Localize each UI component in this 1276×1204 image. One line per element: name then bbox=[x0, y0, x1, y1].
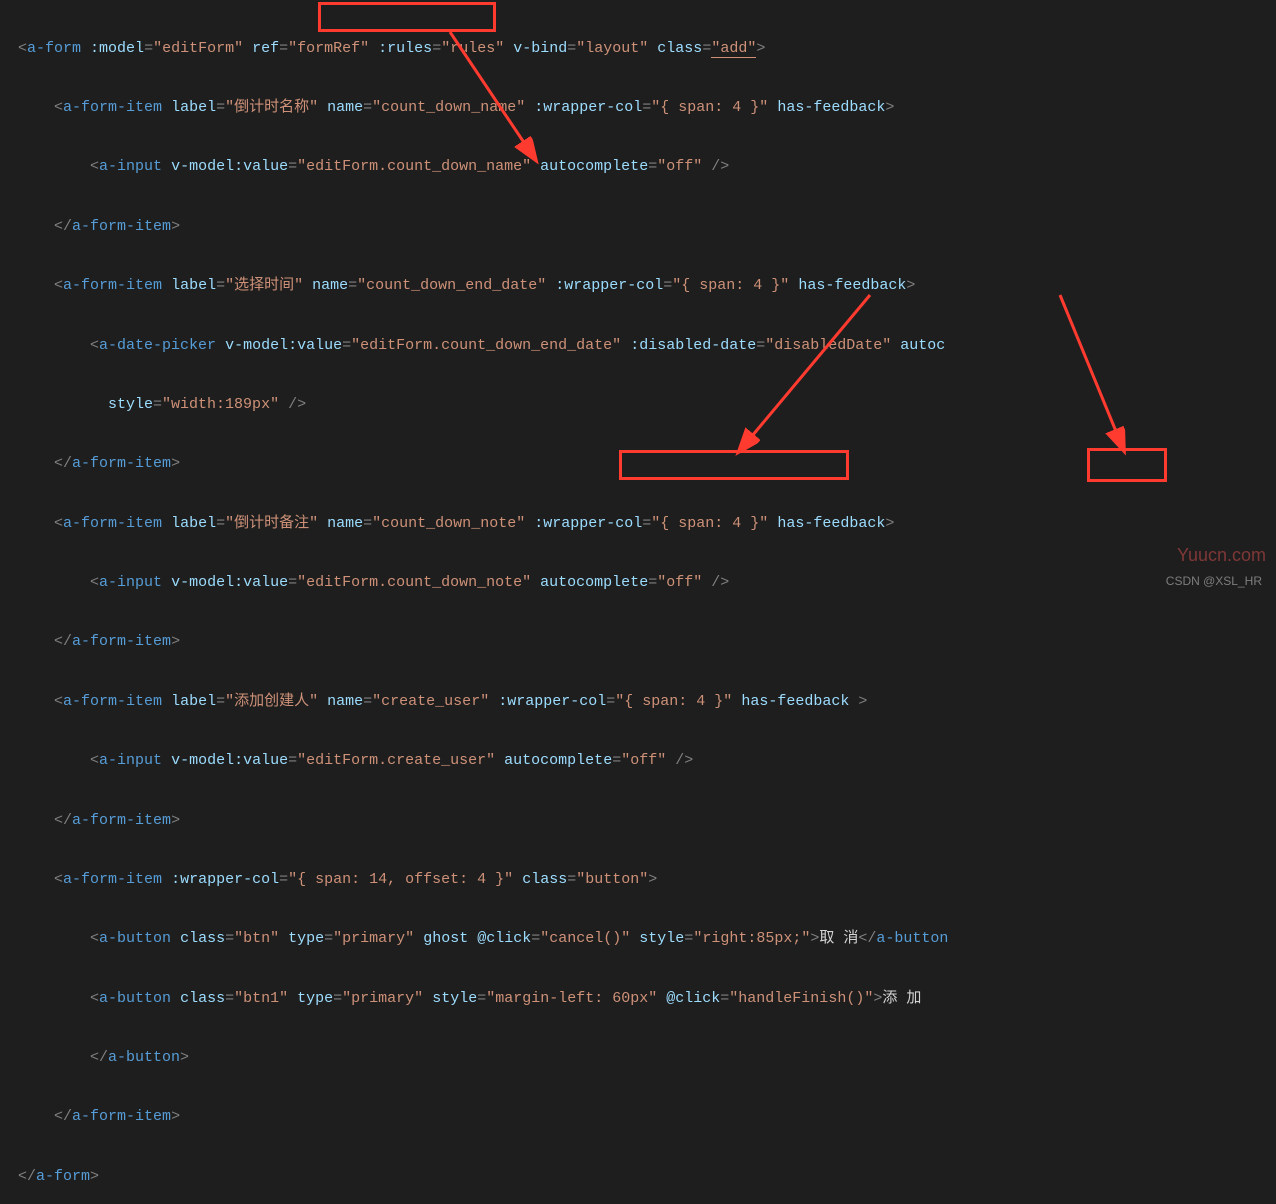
csdn-attribution: CSDN @XSL_HR bbox=[1166, 570, 1262, 594]
code-block: <a-form :model="editForm" ref="formRef" … bbox=[0, 0, 1276, 1204]
watermark-text: Yuucn.com bbox=[1177, 538, 1266, 574]
